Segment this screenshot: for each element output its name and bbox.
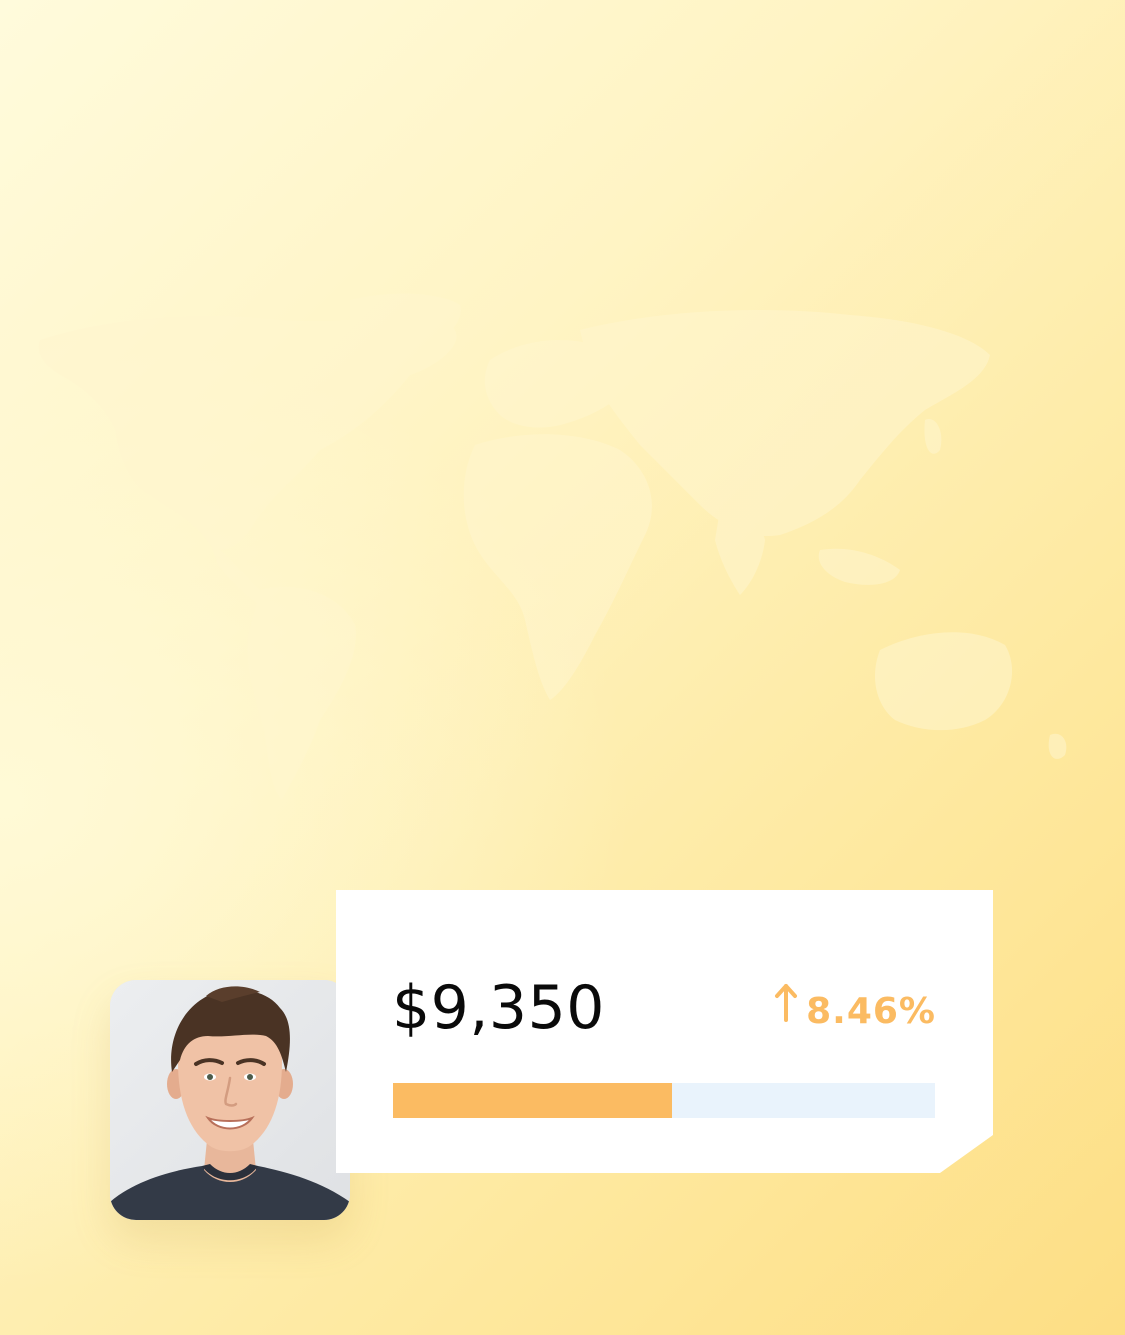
amount-value: $9,350 <box>392 973 605 1043</box>
continent-southeast-asia <box>818 548 900 585</box>
arrow-up-icon <box>775 984 798 1022</box>
stats-card: $9,350 8.46% <box>336 890 993 1173</box>
change-indicator: 8.46% <box>774 984 936 1032</box>
world-map-graphic <box>38 293 1067 800</box>
continent-central-america <box>210 542 266 606</box>
change-percentage: 8.46% <box>806 991 936 1032</box>
user-avatar <box>110 980 350 1220</box>
island-japan <box>924 419 942 454</box>
progress-bar <box>393 1083 935 1118</box>
progress-fill <box>393 1083 672 1118</box>
continent-africa <box>463 434 652 700</box>
island-new-zealand <box>1048 733 1067 759</box>
continent-south-america <box>247 586 356 800</box>
continent-north-america <box>38 316 457 550</box>
person-photo-icon <box>110 980 350 1220</box>
continent-australia <box>875 632 1013 731</box>
